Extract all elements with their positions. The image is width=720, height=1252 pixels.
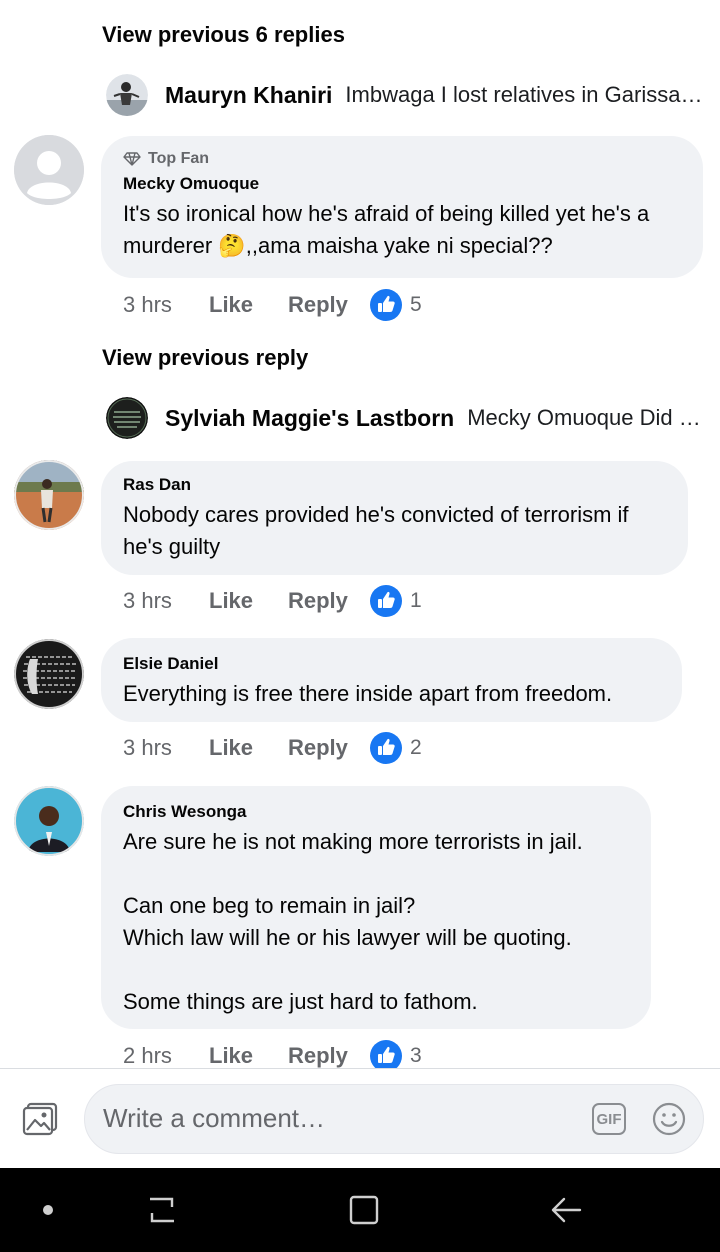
photo-button[interactable] [22,1102,58,1136]
avatar[interactable] [14,460,84,530]
avatar[interactable] [14,639,84,709]
home-button[interactable] [342,1168,386,1252]
profile-photo [14,786,84,856]
reactions[interactable]: 5 [370,289,422,321]
reaction-count: 3 [410,1044,422,1067]
like-reaction-icon [370,585,402,617]
reply-button[interactable]: Reply [288,588,370,614]
reply-author-name[interactable]: Mauryn Khaniri [165,82,332,109]
reply-preview[interactable]: Sylviah Maggie's Lastborn Mecky Omuoque … [106,396,706,440]
comment-text: It's so ironical how he's afraid of bein… [123,201,650,258]
back-button[interactable] [544,1168,588,1252]
recent-apps-button[interactable] [140,1168,184,1252]
avatar[interactable] [106,397,148,439]
reactions[interactable]: 2 [370,732,422,764]
emoji-icon[interactable] [651,1101,687,1137]
comment-time[interactable]: 3 hrs [123,588,209,614]
comment-input-placeholder: Write a comment… [103,1103,326,1133]
reply-preview[interactable]: Mauryn Khaniri Imbwaga I lost relatives … [106,73,706,117]
like-button[interactable]: Like [209,735,288,761]
reply-button[interactable]: Reply [288,735,370,761]
avatar[interactable] [14,135,84,205]
comment-composer: Write a comment… GIF [0,1068,720,1168]
reaction-count: 1 [410,589,422,612]
comment-time[interactable]: 3 hrs [123,735,209,761]
badge-label: Top Fan [148,150,210,167]
top-fan-badge: Top Fan [123,150,681,168]
reactions[interactable]: 3 [370,1040,422,1068]
avatar[interactable] [106,74,148,116]
comment-author[interactable]: Elsie Daniel [123,654,660,674]
comment-bubble: Top Fan Mecky Omuoque It's so ironical h… [101,136,703,278]
profile-photo [14,639,84,709]
comment-text: Are sure he is not making more terrorist… [123,829,583,1014]
comment-author[interactable]: Chris Wesonga [123,802,629,822]
recent-apps-icon [150,1197,174,1223]
comment-bubble: Chris Wesonga Are sure he is not making … [101,786,651,1029]
comment-text: Everything is free there inside apart fr… [123,681,613,706]
comment-time[interactable]: 2 hrs [123,1043,209,1068]
reply-author-name[interactable]: Sylviah Maggie's Lastborn [165,405,454,432]
default-profile-icon [14,135,84,205]
photo-icon [22,1102,58,1136]
gif-icon[interactable]: GIF [592,1103,626,1135]
comment-text: Nobody cares provided he's convicted of … [123,502,629,559]
comment-author[interactable]: Mecky Omuoque [123,174,681,194]
diamond-icon [123,152,141,166]
like-reaction-icon [370,289,402,321]
reply-button[interactable]: Reply [288,1043,370,1068]
comment-time[interactable]: 3 hrs [123,292,209,318]
reply-text-preview: Imbwaga I lost relatives in Garissa univ… [345,82,706,107]
like-button[interactable]: Like [209,292,288,318]
comment-author[interactable]: Ras Dan [123,475,666,495]
comment-bubble: Elsie Daniel Everything is free there in… [101,638,682,722]
comment-actions: 2 hrs Like Reply 3 [123,1038,422,1068]
gif-label: GIF [596,1110,622,1128]
reactions[interactable]: 1 [370,585,422,617]
view-previous-replies-link[interactable]: View previous 6 replies [102,22,345,48]
profile-photo [14,460,84,530]
comment-actions: 3 hrs Like Reply 1 [123,583,422,619]
back-arrow-icon [551,1197,582,1223]
home-icon [349,1195,379,1225]
comment-feed[interactable]: View previous 6 replies Mauryn Khaniri I… [0,0,720,1068]
comment-bubble: Ras Dan Nobody cares provided he's convi… [101,461,688,575]
like-button[interactable]: Like [209,1043,288,1068]
like-reaction-icon [370,1040,402,1068]
comment-actions: 3 hrs Like Reply 2 [123,730,422,766]
reaction-count: 5 [410,293,422,316]
reaction-count: 2 [410,736,422,759]
dot-icon [43,1205,53,1215]
nav-dot-button[interactable] [28,1168,68,1252]
reply-button[interactable]: Reply [288,292,370,318]
like-button[interactable]: Like [209,588,288,614]
reply-text-preview: Mecky Omuoque Did you read the whole sto… [467,405,706,430]
view-previous-reply-link[interactable]: View previous reply [102,345,308,371]
system-navigation-bar [0,1168,720,1252]
avatar[interactable] [14,786,84,856]
like-reaction-icon [370,732,402,764]
comment-input[interactable]: Write a comment… GIF [84,1084,704,1154]
comment-actions: 3 hrs Like Reply 5 [123,287,422,323]
